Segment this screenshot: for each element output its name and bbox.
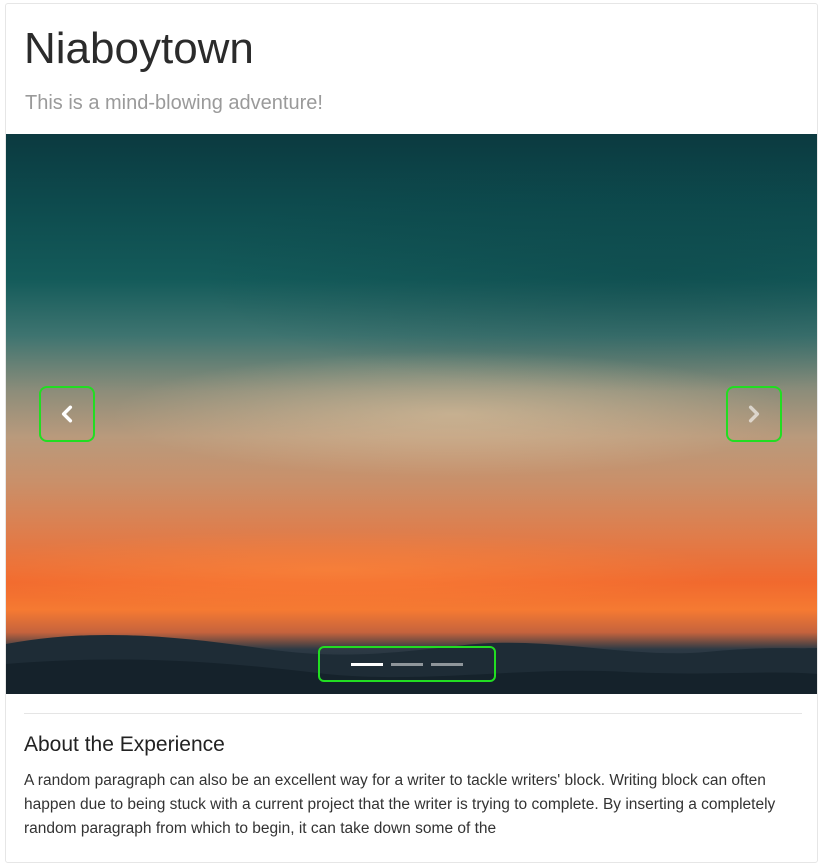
section-heading: About the Experience	[24, 733, 225, 756]
carousel-indicator-2[interactable]	[391, 662, 423, 666]
carousel-indicator-3[interactable]	[431, 662, 463, 666]
content-card: Niaboytown This is a mind-blowing advent…	[5, 3, 818, 863]
image-carousel	[6, 134, 817, 694]
page-title: Niaboytown	[24, 24, 254, 73]
chevron-right-icon	[748, 405, 760, 423]
chevron-left-icon	[61, 405, 73, 423]
page-subtitle: This is a mind-blowing adventure!	[25, 92, 323, 114]
section-paragraph: A random paragraph can also be an excell…	[24, 772, 776, 837]
section-divider	[24, 713, 802, 714]
carousel-prev-button[interactable]	[39, 386, 95, 442]
carousel-indicators	[318, 646, 496, 682]
carousel-next-button[interactable]	[726, 386, 782, 442]
carousel-indicator-1[interactable]	[351, 662, 383, 666]
